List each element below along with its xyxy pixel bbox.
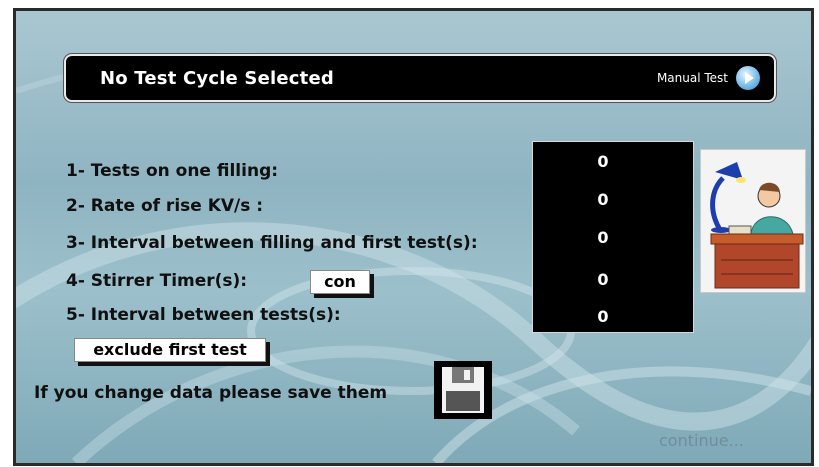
setting-label-stirrer-timer: 4- Stirrer Timer(s):	[66, 271, 248, 291]
exclude-first-test-button[interactable]: exclude first test	[74, 338, 266, 362]
continue-link[interactable]: continue...	[659, 431, 744, 450]
manual-test-label: Manual Test	[656, 71, 728, 85]
values-panel: 0 0 0 0 0	[532, 141, 694, 333]
value-interval-first-test[interactable]: 0	[595, 228, 611, 247]
play-icon	[736, 66, 760, 90]
value-interval-between-tests[interactable]: 0	[595, 307, 611, 326]
header-bar: No Test Cycle Selected Manual Test	[64, 54, 776, 102]
setting-label-interval-between-tests: 5- Interval between tests(s):	[66, 305, 341, 325]
value-tests-on-filling[interactable]: 0	[595, 152, 611, 171]
header-title: No Test Cycle Selected	[100, 68, 334, 89]
main-screen: No Test Cycle Selected Manual Test 1- Te…	[13, 8, 814, 466]
value-stirrer-timer[interactable]: 0	[595, 270, 611, 289]
setting-label-rate-of-rise: 2- Rate of rise KV/s :	[66, 196, 264, 216]
stirrer-con-button[interactable]: con	[310, 270, 370, 294]
save-hint-text: If you change data please save them	[34, 383, 388, 403]
value-rate-of-rise[interactable]: 0	[595, 190, 611, 209]
floppy-disk-icon[interactable]	[434, 361, 492, 419]
setting-label-interval-first-test: 3- Interval between filling and first te…	[66, 233, 478, 253]
setting-label-tests-on-filling: 1- Tests on one filling:	[66, 161, 279, 181]
person-at-desk-illustration	[700, 149, 806, 293]
manual-test-button[interactable]: Manual Test	[657, 66, 760, 90]
